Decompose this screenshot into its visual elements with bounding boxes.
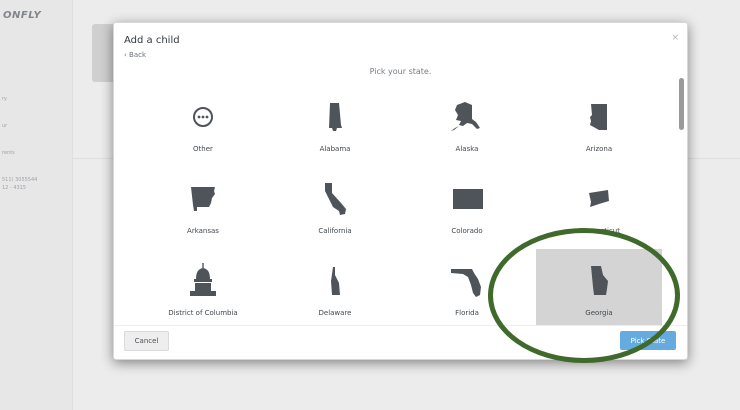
close-icon[interactable]: × xyxy=(671,33,679,43)
arizona-icon xyxy=(590,104,607,130)
dialog-subtitle: Pick your state. xyxy=(369,67,432,76)
state-label: California xyxy=(318,227,352,235)
state-label: Connecticut xyxy=(578,227,620,235)
state-tile-alaska[interactable]: Alaska xyxy=(404,85,530,165)
footer-divider xyxy=(114,325,687,326)
state-tile-other[interactable]: Other xyxy=(140,85,266,165)
state-tile-colorado[interactable]: Colorado xyxy=(404,167,530,247)
state-label: Georgia xyxy=(585,309,613,317)
florida-icon xyxy=(451,269,481,297)
colorado-icon xyxy=(453,189,483,209)
california-icon xyxy=(325,183,346,215)
state-tile-california[interactable]: California xyxy=(272,167,398,247)
state-label: District of Columbia xyxy=(168,309,238,317)
state-label: Other xyxy=(193,145,213,153)
state-label: Florida xyxy=(455,309,479,317)
state-label: Arkansas xyxy=(187,227,219,235)
state-label: Alabama xyxy=(319,145,351,153)
dialog-title: Add a child xyxy=(124,35,180,46)
state-tile-connecticut[interactable]: Connecticut xyxy=(536,167,662,247)
state-tile-arizona[interactable]: Arizona xyxy=(536,85,662,165)
add-child-dialog: Add a child ‹ Back × Pick your state. Ot… xyxy=(113,22,688,360)
cancel-button[interactable]: Cancel xyxy=(124,331,169,351)
state-label: Colorado xyxy=(451,227,483,235)
pick-state-button[interactable]: Pick State xyxy=(620,331,676,350)
connecticut-icon xyxy=(589,190,609,207)
alabama-icon xyxy=(329,103,342,131)
state-label: Arizona xyxy=(585,145,613,153)
capitol-dome-icon xyxy=(190,263,216,296)
more-circle-icon xyxy=(193,107,213,127)
state-tile-alabama[interactable]: Alabama xyxy=(272,85,398,165)
scrollbar[interactable] xyxy=(679,78,684,328)
delaware-icon xyxy=(331,267,340,295)
georgia-icon xyxy=(591,266,608,295)
state-tile-district-of-columbia[interactable]: District of Columbia xyxy=(140,249,266,325)
alaska-icon xyxy=(451,102,480,131)
state-grid: Other Alabama Alaska Arizona Arkansas Ca… xyxy=(140,85,664,325)
state-label: Delaware xyxy=(318,309,352,317)
state-tile-florida[interactable]: Florida xyxy=(404,249,530,325)
back-link[interactable]: ‹ Back xyxy=(124,51,146,59)
state-label: Alaska xyxy=(455,145,479,153)
state-tile-delaware[interactable]: Delaware xyxy=(272,249,398,325)
arkansas-icon xyxy=(191,187,215,211)
scrollbar-thumb[interactable] xyxy=(679,78,684,130)
state-tile-georgia[interactable]: Georgia xyxy=(536,249,662,325)
state-tile-arkansas[interactable]: Arkansas xyxy=(140,167,266,247)
